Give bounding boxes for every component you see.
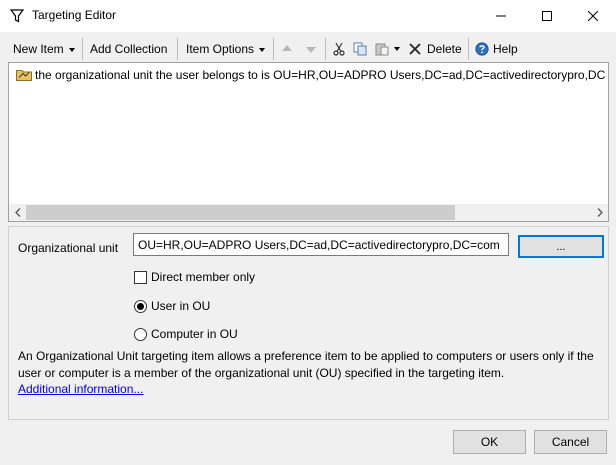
paste-icon[interactable] bbox=[375, 42, 389, 56]
user-in-ou-radio[interactable] bbox=[134, 300, 147, 313]
scroll-left-button[interactable] bbox=[9, 204, 26, 221]
direct-member-checkbox[interactable] bbox=[134, 271, 147, 284]
item-properties-panel: Organizational unit ... Direct member on… bbox=[8, 226, 609, 420]
computer-in-ou-radio[interactable] bbox=[134, 328, 147, 341]
ou-field[interactable] bbox=[133, 233, 509, 256]
minimize-button[interactable] bbox=[478, 0, 524, 32]
close-icon bbox=[588, 11, 598, 21]
new-item-menu[interactable]: New Item bbox=[13, 40, 75, 58]
browse-button[interactable]: ... bbox=[518, 235, 604, 258]
item-options-menu[interactable]: Item Options bbox=[186, 40, 266, 58]
new-item-label: New Item bbox=[13, 42, 64, 56]
chevron-down-icon bbox=[68, 47, 75, 52]
ok-button[interactable]: OK bbox=[453, 430, 526, 454]
chevron-down-icon bbox=[259, 47, 266, 52]
delete-icon bbox=[409, 43, 421, 55]
cancel-button[interactable]: Cancel bbox=[534, 430, 607, 454]
toolbar-separator bbox=[325, 38, 326, 60]
ok-label: OK bbox=[480, 435, 499, 449]
computer-in-ou-label[interactable]: Computer in OU bbox=[151, 327, 238, 341]
add-collection-label: Add Collection bbox=[90, 42, 168, 56]
minimize-icon bbox=[496, 15, 506, 17]
toolbar: New Item Add Collection Item Options Del… bbox=[0, 35, 616, 63]
chevron-down-icon[interactable] bbox=[394, 47, 400, 51]
folder-icon bbox=[16, 70, 32, 81]
maximize-button[interactable] bbox=[524, 0, 570, 32]
targeting-tree[interactable]: the organizational unit the user belongs… bbox=[8, 62, 609, 222]
move-up-icon[interactable] bbox=[280, 42, 294, 56]
delete-button[interactable]: Delete bbox=[409, 40, 462, 58]
tree-item[interactable]: the organizational unit the user belongs… bbox=[16, 66, 606, 84]
browse-label: ... bbox=[556, 240, 566, 253]
toolbar-separator bbox=[177, 38, 178, 60]
window-title: Targeting Editor bbox=[32, 8, 117, 22]
toolbar-separator bbox=[273, 38, 274, 60]
chevron-left-icon bbox=[14, 208, 20, 217]
cut-icon[interactable] bbox=[332, 42, 346, 56]
help-icon bbox=[475, 42, 489, 56]
chevron-right-icon bbox=[597, 208, 603, 217]
help-label: Help bbox=[493, 42, 518, 56]
delete-label: Delete bbox=[427, 42, 462, 56]
move-down-icon[interactable] bbox=[304, 42, 318, 56]
tree-item-label: the organizational unit the user belongs… bbox=[35, 68, 606, 82]
user-in-ou-label[interactable]: User in OU bbox=[151, 299, 210, 313]
title-bar: Targeting Editor bbox=[0, 0, 616, 32]
item-options-label: Item Options bbox=[186, 42, 255, 56]
scroll-right-button[interactable] bbox=[591, 204, 608, 221]
horizontal-scrollbar[interactable] bbox=[9, 204, 608, 221]
maximize-icon bbox=[542, 11, 552, 21]
toolbar-separator bbox=[82, 38, 83, 60]
copy-icon[interactable] bbox=[353, 42, 367, 56]
close-button[interactable] bbox=[570, 0, 616, 32]
help-button[interactable]: Help bbox=[475, 40, 518, 58]
ou-label: Organizational unit bbox=[18, 241, 119, 255]
description-text: An Organizational Unit targeting item al… bbox=[18, 349, 594, 380]
cancel-label: Cancel bbox=[551, 435, 590, 449]
additional-info-link[interactable]: Additional information... bbox=[18, 382, 143, 396]
filter-icon bbox=[10, 9, 24, 23]
toolbar-separator bbox=[468, 38, 469, 60]
scrollbar-thumb[interactable] bbox=[26, 205, 455, 220]
add-collection-button[interactable]: Add Collection bbox=[90, 40, 167, 58]
direct-member-label[interactable]: Direct member only bbox=[151, 270, 255, 284]
